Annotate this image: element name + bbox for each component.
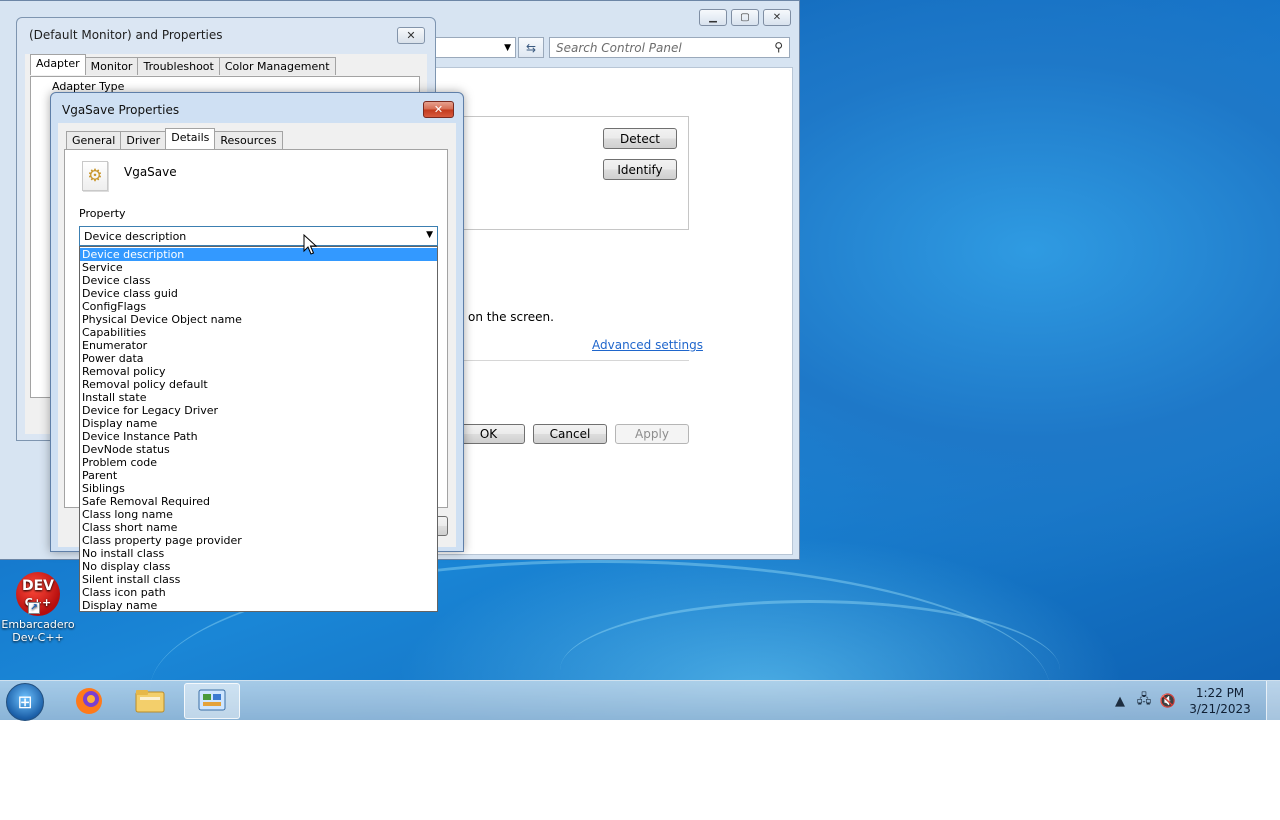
window-caption-buttons: ▁ ▢ ✕ <box>699 9 791 26</box>
dropdown-option[interactable]: Display name <box>80 599 437 612</box>
maximize-button[interactable]: ▢ <box>731 9 759 26</box>
dropdown-option[interactable]: Physical Device Object name <box>80 313 437 326</box>
dropdown-option[interactable]: Display name <box>80 417 437 430</box>
desktop-icon-label-line1: Embarcadero <box>1 618 75 631</box>
dropdown-option[interactable]: Problem code <box>80 456 437 469</box>
dropdown-option[interactable]: Class long name <box>80 508 437 521</box>
property-select[interactable]: Device description ▼ <box>79 226 438 246</box>
dropdown-option[interactable]: Removal policy <box>80 365 437 378</box>
taskbar-control-panel[interactable] <box>184 683 240 719</box>
desktop-icon-label-line2: Dev-C++ <box>12 631 64 644</box>
divider <box>440 360 689 361</box>
tab-general[interactable]: General <box>66 131 122 149</box>
close-button[interactable]: ✕ <box>423 101 454 118</box>
search-placeholder: Search Control Panel <box>556 41 682 55</box>
tab-color-management[interactable]: Color Management <box>218 57 336 75</box>
tab-driver[interactable]: Driver <box>120 131 167 149</box>
dropdown-option[interactable]: Siblings <box>80 482 437 495</box>
search-input[interactable]: Search Control Panel ⚲ <box>549 37 790 58</box>
cancel-button[interactable]: Cancel <box>533 424 607 444</box>
dropdown-option[interactable]: Enumerator <box>80 339 437 352</box>
show-desktop-button[interactable] <box>1266 681 1280 721</box>
dropdown-option[interactable]: Parent <box>80 469 437 482</box>
shortcut-arrow-icon: ↗ <box>28 602 40 614</box>
device-name: VgaSave <box>124 165 177 179</box>
taskbar-explorer[interactable] <box>122 683 178 719</box>
dropdown-option[interactable]: No display class <box>80 560 437 573</box>
apply-button[interactable]: Apply <box>615 424 689 444</box>
tab-troubleshoot[interactable]: Troubleshoot <box>137 57 220 75</box>
detect-button[interactable]: Detect <box>603 128 677 149</box>
property-dropdown-list[interactable]: Device description Service Device class Dev… <box>79 246 438 612</box>
screen-text: on the screen. <box>468 310 554 324</box>
dropdown-option[interactable]: Class property page provider <box>80 534 437 547</box>
vgasave-tabs: General Driver Details Resources <box>66 128 283 149</box>
advanced-settings-link[interactable]: Advanced settings <box>592 338 703 352</box>
chevron-down-icon[interactable]: ▼ <box>504 43 511 53</box>
taskbar: ⊞ ▲ 🖧 🔇 1:22 PM 3/21/2023 <box>0 680 1280 721</box>
property-select-value: Device description <box>84 230 187 243</box>
logo-text: DEV <box>21 578 55 594</box>
folder-icon <box>135 690 165 713</box>
dropdown-option[interactable]: DevNode status <box>80 443 437 456</box>
dropdown-option[interactable]: Removal policy default <box>80 378 437 391</box>
devcpp-logo-icon: DEV C++ ↗ <box>16 572 60 616</box>
tab-adapter[interactable]: Adapter <box>30 54 86 75</box>
clock-time: 1:22 PM <box>1195 686 1245 700</box>
monitor-tabs: Adapter Monitor Troubleshoot Color Manag… <box>30 54 336 75</box>
search-icon[interactable]: ⚲ <box>774 40 783 54</box>
dropdown-option[interactable]: Safe Removal Required <box>80 495 437 508</box>
dialog-title: VgaSave Properties <box>62 103 180 117</box>
system-tray: ▲ 🖧 🔇 1:22 PM 3/21/2023 <box>1108 681 1280 721</box>
desktop-icon-devcpp[interactable]: DEV C++ ↗ Embarcadero Dev-C++ <box>0 572 76 644</box>
dropdown-option[interactable]: Silent install class <box>80 573 437 586</box>
minimize-button[interactable]: ▁ <box>699 9 727 26</box>
device-gear-icon: ⚙ <box>82 161 108 191</box>
firefox-icon <box>76 688 102 714</box>
property-label: Property <box>79 207 126 220</box>
network-icon[interactable]: 🖧 <box>1132 690 1156 712</box>
dropdown-option[interactable]: Power data <box>80 352 437 365</box>
dropdown-option[interactable]: No install class <box>80 547 437 560</box>
dialog-title: (Default Monitor) and Properties <box>29 28 223 42</box>
refresh-icon[interactable]: ⇆ <box>518 37 544 58</box>
identify-button[interactable]: Identify <box>603 159 677 180</box>
close-button[interactable]: ✕ <box>763 9 791 26</box>
windows-logo-icon: ⊞ <box>17 691 33 713</box>
dropdown-option[interactable]: Device for Legacy Driver <box>80 404 437 417</box>
dropdown-option[interactable]: Device class guid <box>80 287 437 300</box>
dropdown-option[interactable]: Device Instance Path <box>80 430 437 443</box>
tab-resources[interactable]: Resources <box>214 131 283 149</box>
volume-muted-icon[interactable]: 🔇 <box>1156 694 1180 709</box>
dropdown-option[interactable]: Device class <box>80 274 437 287</box>
start-button[interactable]: ⊞ <box>6 683 44 721</box>
tab-details[interactable]: Details <box>165 128 216 149</box>
mouse-cursor-icon <box>303 234 317 255</box>
clock-date: 3/21/2023 <box>1189 702 1251 716</box>
dropdown-option[interactable]: Install state <box>80 391 437 404</box>
dropdown-option[interactable]: Class short name <box>80 521 437 534</box>
dropdown-option[interactable]: Capabilities <box>80 326 437 339</box>
dropdown-option[interactable]: Service <box>80 261 437 274</box>
chevron-up-icon[interactable]: ▲ <box>1108 694 1132 709</box>
control-panel-icon <box>198 689 226 711</box>
taskbar-firefox[interactable] <box>61 683 117 719</box>
dropdown-option[interactable]: Device description <box>80 248 437 261</box>
dropdown-option[interactable]: Class icon path <box>80 586 437 599</box>
taskbar-clock[interactable]: 1:22 PM 3/21/2023 <box>1180 685 1260 717</box>
chevron-down-icon[interactable]: ▼ <box>426 230 433 240</box>
tab-monitor[interactable]: Monitor <box>84 57 139 75</box>
dropdown-option[interactable]: ConfigFlags <box>80 300 437 313</box>
close-button[interactable]: ✕ <box>397 27 425 44</box>
